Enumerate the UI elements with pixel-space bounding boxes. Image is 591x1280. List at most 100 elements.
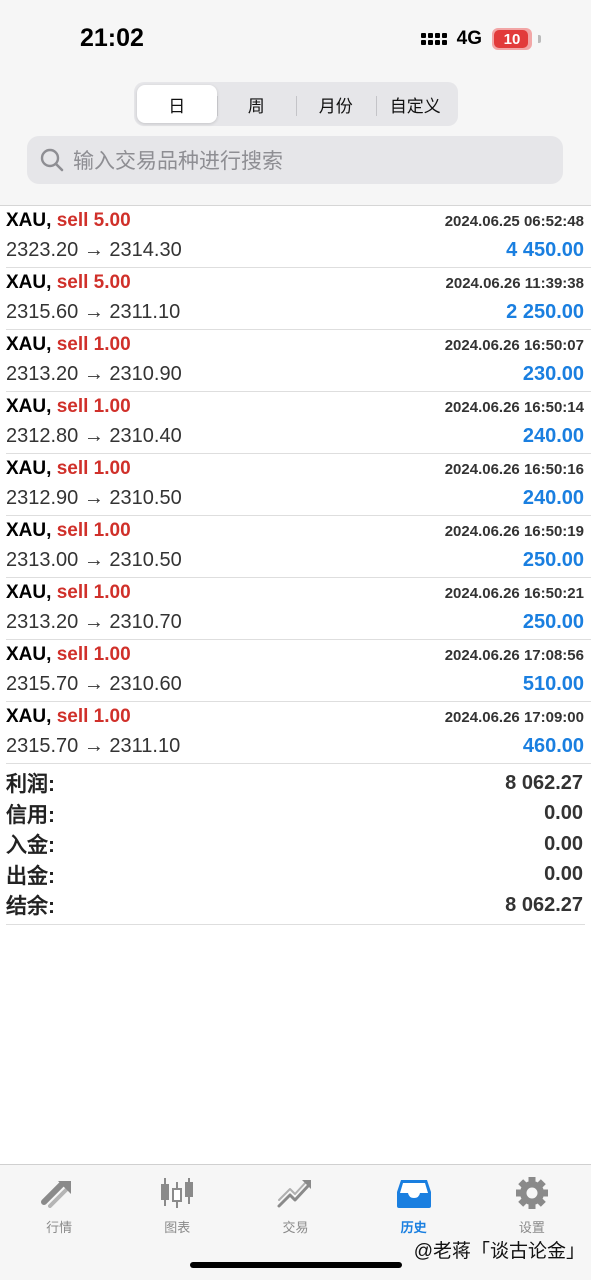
quotes-icon (39, 1175, 79, 1211)
summary-row-deposit: 入金: 0.00 (6, 829, 585, 860)
summary-value: 0.00 (544, 802, 583, 825)
trade-profit: 240.00 (522, 487, 584, 509)
trade-profit: 240.00 (522, 425, 584, 447)
battery-level: 10 (503, 30, 521, 48)
period-segmented-control: 日 周 月份 自定义 (134, 82, 458, 126)
trade-row[interactable]: XAU, sell 5.00 2024.06.25 06:52:48 2323.… (6, 206, 591, 268)
network-type: 4G (456, 28, 482, 49)
tab-label: 交易 (282, 1220, 309, 1235)
trade-profit: 4 450.00 (506, 239, 584, 261)
trade-prices: 2312.90 → 2310.50 (6, 487, 182, 509)
trade-prices: 2313.20 → 2310.90 (6, 363, 182, 385)
trade-row[interactable]: XAU, sell 5.00 2024.06.26 11:39:38 2315.… (6, 268, 591, 330)
battery-icon: 10 (492, 28, 532, 50)
home-indicator[interactable] (190, 1262, 402, 1268)
trade-side: sell 1.00 (56, 644, 131, 665)
chart-icon (157, 1175, 197, 1211)
trade-row[interactable]: XAU, sell 1.00 2024.06.26 16:50:19 2313.… (6, 516, 591, 578)
segment-week[interactable]: 周 (216, 85, 297, 123)
trade-prices: 2312.80 → 2310.40 (6, 425, 182, 447)
summary-label: 信用: (6, 803, 55, 827)
segment-month[interactable]: 月份 (296, 85, 376, 123)
search-icon (40, 148, 64, 172)
trade-time: 2024.06.25 06:52:48 (444, 213, 584, 230)
trade-time: 2024.06.26 16:50:07 (444, 337, 584, 354)
summary-label: 结余: (6, 895, 55, 919)
status-indicators: 4G 10 (420, 28, 541, 50)
tab-label: 历史 (400, 1220, 427, 1235)
trade-symbol: XAU, (6, 582, 52, 603)
trade-side: sell 1.00 (56, 706, 131, 727)
trade-time: 2024.06.26 16:50:16 (444, 461, 584, 478)
tab-quotes[interactable]: 行情 (0, 1165, 118, 1280)
trade-symbol: XAU, (6, 272, 52, 293)
summary-label: 入金: (6, 834, 55, 858)
account-summary: 利润: 8 062.27 信用: 0.00 入金: 0.00 出金: 0.00 … (6, 768, 585, 921)
trade-time: 2024.06.26 16:50:14 (444, 399, 584, 416)
trade-time: 2024.06.26 16:50:19 (444, 523, 584, 540)
trade-symbol: XAU, (6, 520, 52, 541)
summary-value: 8 062.27 (505, 893, 583, 916)
trade-prices: 2323.20 → 2314.30 (6, 239, 182, 261)
trade-profit: 510.00 (522, 673, 584, 695)
trade-prices: 2315.70 → 2311.10 (6, 735, 181, 757)
segment-custom[interactable]: 自定义 (375, 85, 456, 123)
trade-profit: 250.00 (522, 611, 584, 633)
symbol-search-field[interactable]: 输入交易品种进行搜索 (27, 136, 563, 184)
settings-icon (512, 1175, 552, 1211)
trade-row[interactable]: XAU, sell 1.00 2024.06.26 17:09:00 2315.… (6, 702, 591, 764)
trade-profit: 460.00 (522, 735, 584, 757)
summary-label: 出金: (6, 864, 55, 888)
trade-symbol: XAU, (6, 396, 52, 417)
trade-side: sell 1.00 (56, 334, 131, 355)
trade-profit: 230.00 (522, 363, 584, 385)
trade-time: 2024.06.26 17:09:00 (444, 709, 584, 726)
summary-value: 8 062.27 (505, 771, 583, 794)
trade-time: 2024.06.26 11:39:38 (445, 275, 584, 292)
trade-side: sell 1.00 (56, 396, 131, 417)
trade-side: sell 5.00 (56, 272, 131, 293)
trade-side: sell 5.00 (56, 210, 131, 231)
trade-row[interactable]: XAU, sell 1.00 2024.06.26 16:50:07 2313.… (6, 330, 591, 392)
cellular-signal-icon (420, 33, 447, 45)
summary-label: 利润: (6, 773, 55, 797)
summary-row-profit: 利润: 8 062.27 (6, 768, 585, 799)
tab-label: 行情 (46, 1220, 73, 1235)
tab-label: 设置 (518, 1220, 545, 1235)
summary-divider (6, 924, 585, 925)
segment-day[interactable]: 日 (137, 85, 217, 123)
summary-value: 0.00 (544, 863, 583, 886)
trade-row[interactable]: XAU, sell 1.00 2024.06.26 16:50:16 2312.… (6, 454, 591, 516)
trade-prices: 2315.60 → 2311.10 (6, 301, 181, 323)
tab-label: 图表 (164, 1220, 191, 1235)
trade-time: 2024.06.26 17:08:56 (444, 647, 584, 664)
trade-row[interactable]: XAU, sell 1.00 2024.06.26 16:50:14 2312.… (6, 392, 591, 454)
trade-symbol: XAU, (6, 210, 52, 231)
history-header: 日 周 月份 自定义 输入交易品种进行搜索 (0, 78, 591, 205)
trade-prices: 2315.70 → 2310.60 (6, 673, 182, 695)
summary-row-credit: 信用: 0.00 (6, 799, 585, 830)
trade-row[interactable]: XAU, sell 1.00 2024.06.26 17:08:56 2315.… (6, 640, 591, 702)
history-icon (394, 1175, 434, 1211)
trade-symbol: XAU, (6, 706, 52, 727)
search-placeholder: 输入交易品种进行搜索 (73, 150, 283, 173)
summary-row-balance: 结余: 8 062.27 (6, 890, 585, 921)
trade-icon (275, 1175, 315, 1211)
summary-value: 0.00 (544, 832, 583, 855)
status-time: 21:02 (80, 24, 144, 52)
trade-time: 2024.06.26 16:50:21 (444, 585, 584, 602)
trade-profit: 2 250.00 (506, 301, 584, 323)
trade-prices: 2313.20 → 2310.70 (6, 611, 182, 633)
trade-side: sell 1.00 (56, 458, 131, 479)
trade-symbol: XAU, (6, 644, 52, 665)
watermark: @老蒋「谈古论金」 (413, 1241, 585, 1262)
trade-prices: 2313.00 → 2310.50 (6, 549, 182, 571)
summary-row-withdrawal: 出金: 0.00 (6, 860, 585, 891)
trade-profit: 250.00 (522, 549, 584, 571)
trade-side: sell 1.00 (56, 520, 131, 541)
trade-row[interactable]: XAU, sell 1.00 2024.06.26 16:50:21 2313.… (6, 578, 591, 640)
trade-symbol: XAU, (6, 458, 52, 479)
trade-history-list: XAU, sell 5.00 2024.06.25 06:52:48 2323.… (0, 206, 591, 764)
trade-side: sell 1.00 (56, 582, 131, 603)
status-bar: 21:02 4G 10 (0, 0, 591, 78)
